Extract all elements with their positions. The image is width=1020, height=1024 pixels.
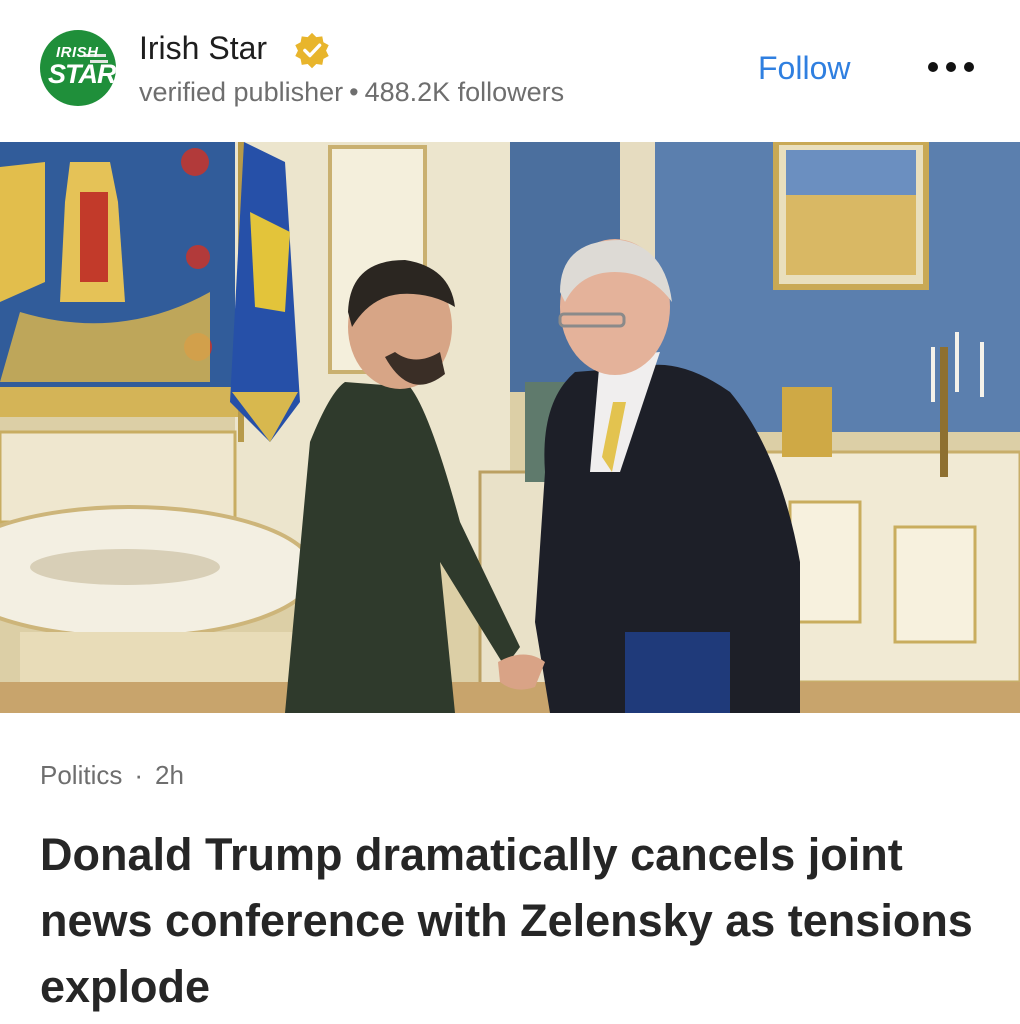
publisher-subtitle: verified publisher • 488.2K followers — [139, 77, 564, 108]
more-dot — [946, 62, 956, 72]
candle — [980, 342, 984, 397]
more-dot — [928, 62, 938, 72]
painting-field — [786, 195, 916, 275]
trident-emblem — [0, 162, 45, 302]
ornament-flower — [181, 148, 209, 176]
logo-text-star: STAR — [48, 59, 116, 89]
blue-folder — [625, 632, 730, 713]
painting-sky — [786, 150, 916, 195]
ornament-flower — [186, 245, 210, 269]
cossack-coat — [80, 192, 108, 282]
article-headline[interactable]: Donald Trump dramatically cancels joint … — [40, 822, 990, 1020]
more-horizontal-icon[interactable] — [926, 60, 976, 74]
article-category[interactable]: Politics — [40, 760, 122, 790]
subtitle-separator: • — [349, 77, 359, 107]
verified-badge-icon — [295, 32, 329, 69]
article-image[interactable] — [0, 142, 1020, 713]
sideboard-door — [788, 500, 862, 624]
article-photo — [0, 142, 1020, 713]
candle — [955, 332, 959, 392]
article-meta: Politics · 2h — [40, 760, 184, 791]
meta-separator: · — [134, 760, 144, 790]
publisher-status: verified publisher — [139, 77, 344, 107]
gold-border — [0, 387, 240, 417]
follow-button[interactable]: Follow — [758, 50, 850, 87]
publisher-logo[interactable]: IRISH STAR — [40, 30, 116, 106]
sideboard-door — [893, 525, 977, 644]
article-time: 2h — [155, 760, 184, 790]
candelabra — [940, 347, 948, 477]
publisher-header: IRISH STAR Irish Star verified publisher… — [0, 0, 1020, 140]
candle — [931, 347, 935, 402]
follower-count: 488.2K followers — [364, 77, 565, 107]
table-inlay — [30, 549, 220, 585]
gold-clock — [782, 387, 832, 457]
more-dot — [964, 62, 974, 72]
publisher-name[interactable]: Irish Star — [139, 30, 267, 67]
